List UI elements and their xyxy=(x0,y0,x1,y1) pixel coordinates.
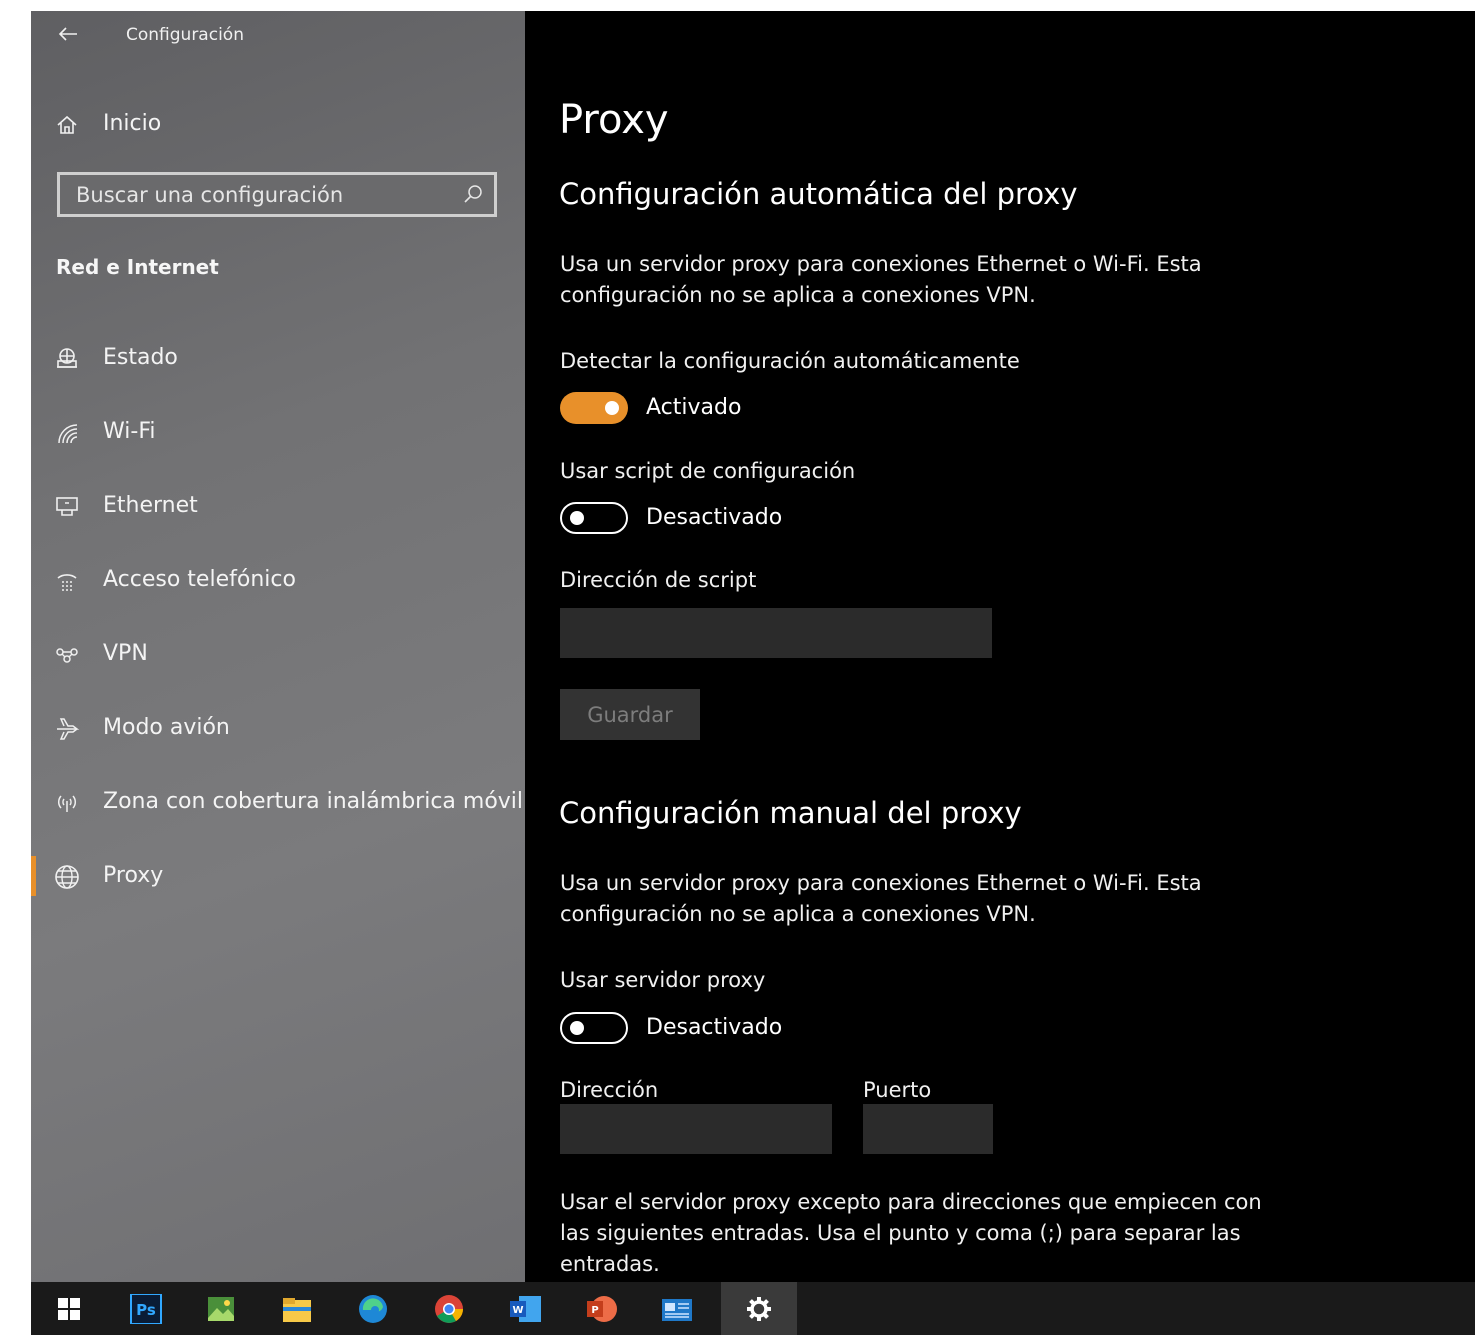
description-line: configuración no se aplica a conexiones … xyxy=(560,902,1036,926)
settings-icon xyxy=(747,1297,771,1321)
description-line: las siguientes entradas. Usa el punto y … xyxy=(560,1221,1241,1245)
back-arrow-icon[interactable] xyxy=(55,21,81,47)
detect-settings-label: Detectar la configuración automáticament… xyxy=(560,349,1020,373)
powerpoint-icon: P xyxy=(587,1296,617,1322)
search-input[interactable] xyxy=(60,175,471,214)
airplane-icon xyxy=(57,718,80,740)
manual-proxy-heading: Configuración manual del proxy xyxy=(559,796,1022,830)
script-address-label: Dirección de script xyxy=(560,568,757,592)
use-proxy-label: Usar servidor proxy xyxy=(560,968,766,992)
edge-icon xyxy=(359,1295,387,1323)
sidebar-item-label: Acceso telefónico xyxy=(103,567,296,592)
status-icon xyxy=(57,348,77,368)
word-text: W xyxy=(512,1305,523,1316)
port-label: Puerto xyxy=(863,1078,932,1102)
sidebar-item-label: Wi-Fi xyxy=(103,419,156,444)
use-script-state: Desactivado xyxy=(646,505,783,530)
save-button[interactable]: Guardar xyxy=(560,689,700,740)
hotspot-icon xyxy=(57,795,77,812)
home-icon xyxy=(57,115,77,134)
sidebar-item-label: Proxy xyxy=(103,863,164,888)
taskbar-news[interactable] xyxy=(639,1282,715,1335)
sidebar-item-label: Estado xyxy=(103,345,178,370)
dialup-icon xyxy=(57,574,77,591)
chrome-icon xyxy=(435,1295,463,1323)
word-icon: W xyxy=(510,1296,541,1322)
sidebar-item-dialup[interactable]: Acceso telefónico xyxy=(31,558,525,602)
description-line: Usar el servidor proxy excepto para dire… xyxy=(560,1190,1262,1214)
use-proxy-toggle[interactable] xyxy=(560,1012,628,1044)
file-explorer-icon xyxy=(283,1298,311,1322)
taskbar: Ps W P xyxy=(31,1282,1475,1335)
page-title: Proxy xyxy=(559,97,669,143)
section-title: Red e Internet xyxy=(56,255,219,279)
script-address-input[interactable] xyxy=(560,608,992,658)
taskbar-word[interactable]: W xyxy=(487,1282,563,1335)
sidebar-item-label: Zona con cobertura inalámbrica móvil xyxy=(103,789,524,814)
use-script-label: Usar script de configuración xyxy=(560,459,856,483)
app-title: Configuración xyxy=(126,25,244,45)
photo-app-icon xyxy=(208,1297,234,1321)
nav-home[interactable]: Inicio xyxy=(31,102,525,146)
toggle-knob xyxy=(570,1021,584,1035)
search-icon[interactable] xyxy=(462,183,484,205)
sidebar-item-ethernet[interactable]: Ethernet xyxy=(31,484,525,528)
vpn-icon xyxy=(56,648,78,663)
news-icon xyxy=(662,1299,692,1321)
windows-start-icon xyxy=(58,1298,80,1320)
wifi-icon xyxy=(58,424,78,444)
taskbar-edge[interactable] xyxy=(335,1282,411,1335)
powerpoint-text: P xyxy=(591,1305,598,1316)
photoshop-text: Ps xyxy=(136,1301,156,1319)
start-button[interactable] xyxy=(31,1282,107,1335)
description-line: Usa un servidor proxy para conexiones Et… xyxy=(560,252,1202,276)
taskbar-file-explorer[interactable] xyxy=(259,1282,335,1335)
photoshop-icon: Ps xyxy=(130,1294,162,1324)
address-label: Dirección xyxy=(560,1078,659,1102)
manual-proxy-description: Usa un servidor proxy para conexiones Et… xyxy=(560,868,1280,930)
sidebar-item-proxy[interactable]: Proxy xyxy=(31,854,525,898)
auto-proxy-heading: Configuración automática del proxy xyxy=(559,177,1078,211)
ethernet-icon xyxy=(56,497,78,516)
sidebar: Configuración Inicio Red e Internet Esta… xyxy=(31,11,525,1282)
use-proxy-state: Desactivado xyxy=(646,1015,783,1040)
toggle-knob xyxy=(605,401,619,415)
sidebar-item-hotspot[interactable]: Zona con cobertura inalámbrica móvil xyxy=(31,780,525,824)
toggle-knob xyxy=(570,511,584,525)
search-box[interactable] xyxy=(57,172,497,217)
sidebar-item-label: Modo avión xyxy=(103,715,230,740)
description-line: configuración no se aplica a conexiones … xyxy=(560,283,1036,307)
detect-settings-state: Activado xyxy=(646,395,742,420)
sidebar-item-label: VPN xyxy=(103,641,148,666)
taskbar-photoshop[interactable]: Ps xyxy=(107,1282,183,1335)
address-input[interactable] xyxy=(560,1104,832,1154)
sidebar-item-wifi[interactable]: Wi-Fi xyxy=(31,410,525,454)
use-script-toggle[interactable] xyxy=(560,502,628,534)
globe-icon xyxy=(55,865,79,889)
exceptions-description: Usar el servidor proxy excepto para dire… xyxy=(560,1187,1300,1280)
taskbar-settings[interactable] xyxy=(721,1282,797,1335)
settings-window: Configuración Inicio Red e Internet Esta… xyxy=(31,11,1475,1282)
detect-settings-toggle[interactable] xyxy=(560,392,628,424)
nav-home-label: Inicio xyxy=(103,111,162,136)
taskbar-powerpoint[interactable]: P xyxy=(563,1282,639,1335)
port-input[interactable] xyxy=(863,1104,993,1154)
auto-proxy-description: Usa un servidor proxy para conexiones Et… xyxy=(560,249,1280,311)
title-bar: Configuración xyxy=(31,11,525,61)
description-line: entradas. xyxy=(560,1252,660,1276)
description-line: Usa un servidor proxy para conexiones Et… xyxy=(560,871,1202,895)
sidebar-item-vpn[interactable]: VPN xyxy=(31,632,525,676)
sidebar-item-status[interactable]: Estado xyxy=(31,336,525,380)
sidebar-item-label: Ethernet xyxy=(103,493,198,518)
sidebar-item-airplane[interactable]: Modo avión xyxy=(31,706,525,750)
taskbar-photo-app[interactable] xyxy=(183,1282,259,1335)
main-content: Proxy Configuración automática del proxy… xyxy=(525,11,1475,1282)
taskbar-chrome[interactable] xyxy=(411,1282,487,1335)
